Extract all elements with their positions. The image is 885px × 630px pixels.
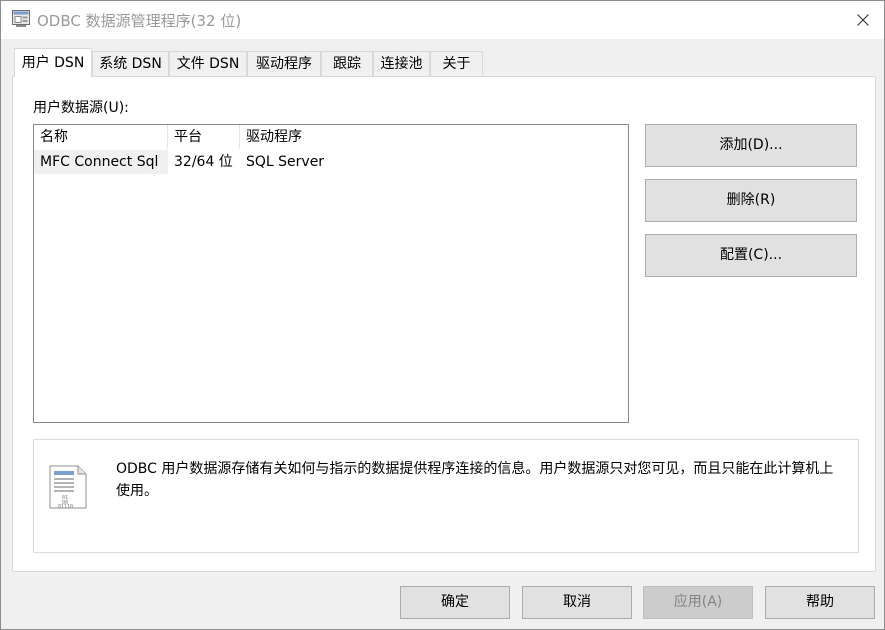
tab-connection-pooling[interactable]: 连接池 xyxy=(373,51,430,76)
table-row[interactable]: MFC Connect Sql 32/64 位 SQL Server xyxy=(34,150,628,174)
tab-tracing[interactable]: 跟踪 xyxy=(321,51,373,76)
tab-drivers[interactable]: 驱动程序 xyxy=(247,51,321,76)
user-data-sources-list[interactable]: 名称 平台 驱动程序 MFC Connect Sql 32/64 位 SQL S… xyxy=(33,124,629,423)
row-name-cell: MFC Connect Sql xyxy=(34,150,168,174)
svg-text:01110: 01110 xyxy=(58,504,73,509)
tab-file-dsn[interactable]: 文件 DSN xyxy=(169,51,247,76)
ok-button[interactable]: 确定 xyxy=(400,586,510,619)
odbc-app-icon xyxy=(12,10,30,27)
row-driver-cell: SQL Server xyxy=(246,154,325,170)
list-header: 名称 平台 驱动程序 xyxy=(34,125,628,149)
close-icon xyxy=(857,14,869,26)
info-description: ODBC 用户数据源存储有关如何与指示的数据提供程序连接的信息。用户数据源只对您… xyxy=(116,461,834,499)
window-title: ODBC 数据源管理程序(32 位) xyxy=(37,12,242,30)
column-header-name[interactable]: 名称 xyxy=(34,125,168,149)
odbc-dialog-window: ODBC 数据源管理程序(32 位) 用户 DSN 系统 DSN 文件 DSN … xyxy=(0,0,885,630)
column-header-driver[interactable]: 驱动程序 xyxy=(240,125,628,149)
apply-button[interactable]: 应用(A) xyxy=(643,586,753,619)
data-document-icon: 01 00 01110 xyxy=(48,465,88,510)
user-data-sources-label: 用户数据源(U): xyxy=(33,100,129,116)
help-button[interactable]: 帮助 xyxy=(765,586,875,619)
add-button[interactable]: 添加(D)... xyxy=(645,124,857,167)
tab-user-dsn[interactable]: 用户 DSN xyxy=(14,48,92,77)
cancel-button[interactable]: 取消 xyxy=(522,586,632,619)
close-button[interactable] xyxy=(848,7,878,33)
info-box: 01 00 01110 ODBC 用户数据源存储有关如何与指示的数据提供程序连接… xyxy=(33,439,859,553)
row-platform-cell: 32/64 位 xyxy=(174,154,233,170)
remove-button[interactable]: 删除(R) xyxy=(645,179,857,222)
user-dsn-panel: 用户数据源(U): 名称 平台 驱动程序 MFC Connect Sql 32/… xyxy=(12,76,876,572)
title-bar[interactable]: ODBC 数据源管理程序(32 位) xyxy=(1,1,884,39)
column-header-platform[interactable]: 平台 xyxy=(168,125,240,149)
tab-system-dsn[interactable]: 系统 DSN xyxy=(92,51,169,76)
tab-about[interactable]: 关于 xyxy=(430,51,483,76)
configure-button[interactable]: 配置(C)... xyxy=(645,234,857,277)
